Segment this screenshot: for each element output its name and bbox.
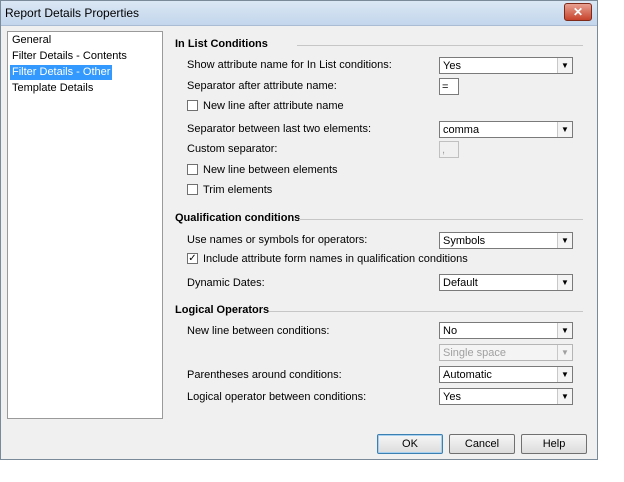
check-icon: ✓ xyxy=(188,253,197,264)
new-line-between-checkbox[interactable] xyxy=(187,164,198,175)
logical-operator-select[interactable]: Yes ▼ xyxy=(439,388,573,405)
nav-item-template-details[interactable]: Template Details xyxy=(10,81,95,96)
trim-elements-checkbox[interactable] xyxy=(187,184,198,195)
custom-sep-label: Custom separator: xyxy=(187,143,278,155)
use-names-select[interactable]: Symbols ▼ xyxy=(439,232,573,249)
select-value: Automatic xyxy=(443,369,492,381)
select-value: Yes xyxy=(443,60,461,72)
category-list[interactable]: General Filter Details - Contents Filter… xyxy=(7,31,163,419)
close-icon: ✕ xyxy=(572,5,584,19)
nav-item-label: Filter Details - Other xyxy=(12,66,111,78)
sep-last-two-label: Separator between last two elements: xyxy=(187,123,372,135)
include-form-checkbox[interactable]: ✓ xyxy=(187,253,198,264)
new-line-cond-select[interactable]: No ▼ xyxy=(439,322,573,339)
spacing-select[interactable]: Single space ▼ xyxy=(439,344,573,361)
select-value: No xyxy=(443,325,458,337)
input-value: , xyxy=(442,144,446,156)
nav-item-label: Template Details xyxy=(12,82,94,94)
parentheses-label: Parentheses around conditions: xyxy=(187,369,342,381)
chevron-down-icon[interactable]: ▼ xyxy=(557,58,572,73)
dynamic-dates-select[interactable]: Default ▼ xyxy=(439,274,573,291)
help-button[interactable]: Help xyxy=(521,434,587,454)
custom-sep-input[interactable]: , xyxy=(439,141,459,158)
sep-last-two-select[interactable]: comma ▼ xyxy=(439,121,573,138)
section-heading-in-list: In List Conditions xyxy=(175,38,268,50)
chevron-down-icon[interactable]: ▼ xyxy=(557,122,572,137)
select-value: comma xyxy=(443,124,480,136)
chevron-down-icon[interactable]: ▼ xyxy=(557,367,572,382)
section-divider xyxy=(297,45,583,46)
use-names-label: Use names or symbols for operators: xyxy=(187,234,368,246)
properties-dialog: Report Details Properties ✕ General Filt… xyxy=(0,0,598,460)
trim-elements-label: Trim elements xyxy=(203,184,273,196)
cancel-button[interactable]: Cancel xyxy=(449,434,515,454)
nav-item-label: General xyxy=(12,34,52,46)
new-line-after-label: New line after attribute name xyxy=(203,100,344,112)
new-line-between-label: New line between elements xyxy=(203,164,338,176)
new-line-after-checkbox[interactable] xyxy=(187,100,198,111)
sep-after-label: Separator after attribute name: xyxy=(187,80,337,92)
close-button[interactable]: ✕ xyxy=(564,3,592,21)
select-value: Single space xyxy=(443,347,506,359)
section-heading-logical: Logical Operators xyxy=(175,304,270,316)
section-divider xyxy=(269,311,583,312)
chevron-down-icon[interactable]: ▼ xyxy=(557,389,572,404)
section-divider xyxy=(299,219,583,220)
chevron-down-icon[interactable]: ▼ xyxy=(557,275,572,290)
ok-button[interactable]: OK xyxy=(377,434,443,454)
title-bar[interactable]: Report Details Properties ✕ xyxy=(1,1,597,26)
include-form-label: Include attribute form names in qualific… xyxy=(203,253,468,265)
section-heading-qualification: Qualification conditions xyxy=(175,212,301,224)
select-value: Symbols xyxy=(443,235,486,247)
window-title: Report Details Properties xyxy=(5,6,140,20)
show-attr-select[interactable]: Yes ▼ xyxy=(439,57,573,74)
nav-item-filter-contents[interactable]: Filter Details - Contents xyxy=(10,49,129,64)
new-line-cond-label: New line between conditions: xyxy=(187,325,330,337)
select-value: Default xyxy=(443,277,478,289)
input-value: = xyxy=(442,81,449,93)
chevron-down-icon[interactable]: ▼ xyxy=(557,345,572,360)
parentheses-select[interactable]: Automatic ▼ xyxy=(439,366,573,383)
sep-after-input[interactable]: = xyxy=(439,78,459,95)
dynamic-dates-label: Dynamic Dates: xyxy=(187,277,265,289)
logical-operator-label: Logical operator between conditions: xyxy=(187,391,367,403)
show-attr-label: Show attribute name for In List conditio… xyxy=(187,59,392,71)
chevron-down-icon[interactable]: ▼ xyxy=(557,323,572,338)
nav-item-label: Filter Details - Contents xyxy=(12,50,127,62)
nav-item-general[interactable]: General xyxy=(10,33,53,48)
nav-item-filter-other[interactable]: Filter Details - Other xyxy=(10,65,113,80)
chevron-down-icon[interactable]: ▼ xyxy=(557,233,572,248)
select-value: Yes xyxy=(443,391,461,403)
